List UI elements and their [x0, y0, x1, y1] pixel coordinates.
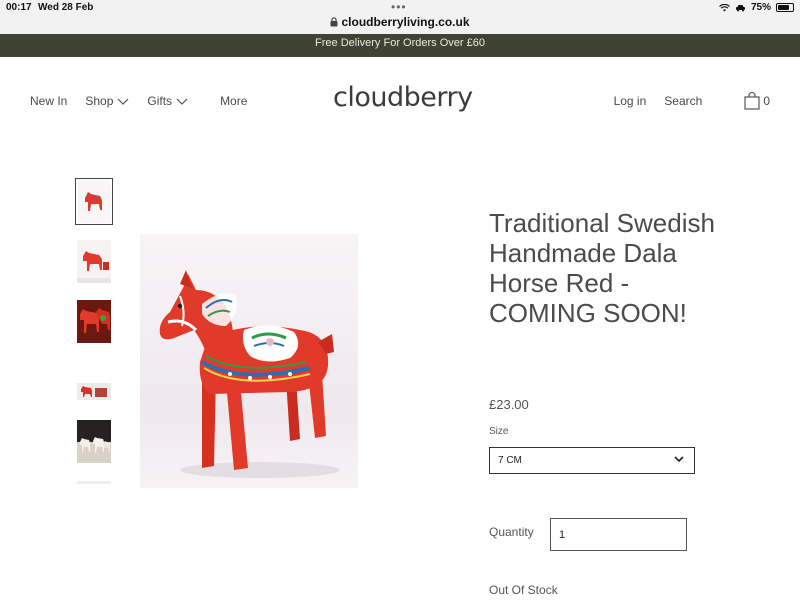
shopping-bag-icon [744, 92, 760, 110]
login-link[interactable]: Log in [614, 94, 647, 108]
thumbnail-4[interactable] [77, 383, 111, 400]
stock-status: Out Of Stock [489, 583, 558, 597]
product-main-image[interactable] [140, 234, 358, 488]
status-indicators: 75% [719, 2, 794, 13]
main-nav: New In Shop Gifts More [30, 94, 247, 108]
lock-icon [330, 17, 338, 27]
size-select[interactable]: 7 CM [489, 447, 695, 474]
chevron-down-icon [674, 456, 684, 463]
url-text: cloudberryliving.co.uk [341, 15, 470, 29]
nav-more[interactable]: More [220, 94, 247, 108]
thumbnail-3[interactable] [77, 300, 111, 343]
search-link[interactable]: Search [664, 94, 702, 108]
wifi-icon [719, 3, 730, 11]
size-label: Size [489, 426, 509, 437]
quantity-input[interactable] [550, 518, 687, 551]
car-icon [735, 4, 745, 11]
nav-gifts-label: Gifts [147, 94, 173, 108]
nav-more-label: More [220, 94, 248, 108]
nav-new-in[interactable]: New In [30, 94, 67, 108]
dala-horse-illustration [159, 270, 340, 478]
nav-shop[interactable]: Shop [85, 94, 129, 108]
status-time: 00:17 [6, 2, 32, 13]
quantity-label: Quantity [489, 525, 534, 539]
thumbnail-5[interactable] [77, 420, 111, 463]
size-select-value: 7 CM [498, 455, 522, 466]
multitask-dots[interactable]: ••• [391, 0, 407, 14]
status-bar: 00:17 Wed 28 Feb ••• 75% cloudberrylivin… [0, 0, 800, 34]
product-title: Traditional Swedish Handmade Dala Horse … [489, 208, 715, 328]
site-logo[interactable]: cloudberry [333, 82, 473, 113]
cart-count: 0 [763, 94, 770, 108]
chevron-down-icon [176, 98, 188, 105]
status-date: Wed 28 Feb [38, 2, 94, 13]
nav-new-in-label: New In [30, 94, 68, 108]
nav-gifts[interactable]: Gifts [147, 94, 188, 108]
promo-banner: Free Delivery For Orders Over £60 [0, 34, 800, 57]
product-price: £23.00 [489, 397, 529, 412]
thumbnail-2[interactable] [77, 240, 111, 283]
thumbnail-1[interactable] [75, 178, 113, 225]
account-nav: Log in Search 0 [614, 92, 770, 110]
chevron-down-icon [117, 98, 129, 105]
thumbnail-6[interactable] [77, 478, 111, 488]
nav-shop-label: Shop [85, 94, 114, 108]
battery-percent: 75% [750, 2, 771, 13]
cart-button[interactable]: 0 [744, 92, 770, 110]
url-bar[interactable]: cloudberryliving.co.uk [0, 15, 800, 29]
battery-icon [776, 3, 794, 12]
